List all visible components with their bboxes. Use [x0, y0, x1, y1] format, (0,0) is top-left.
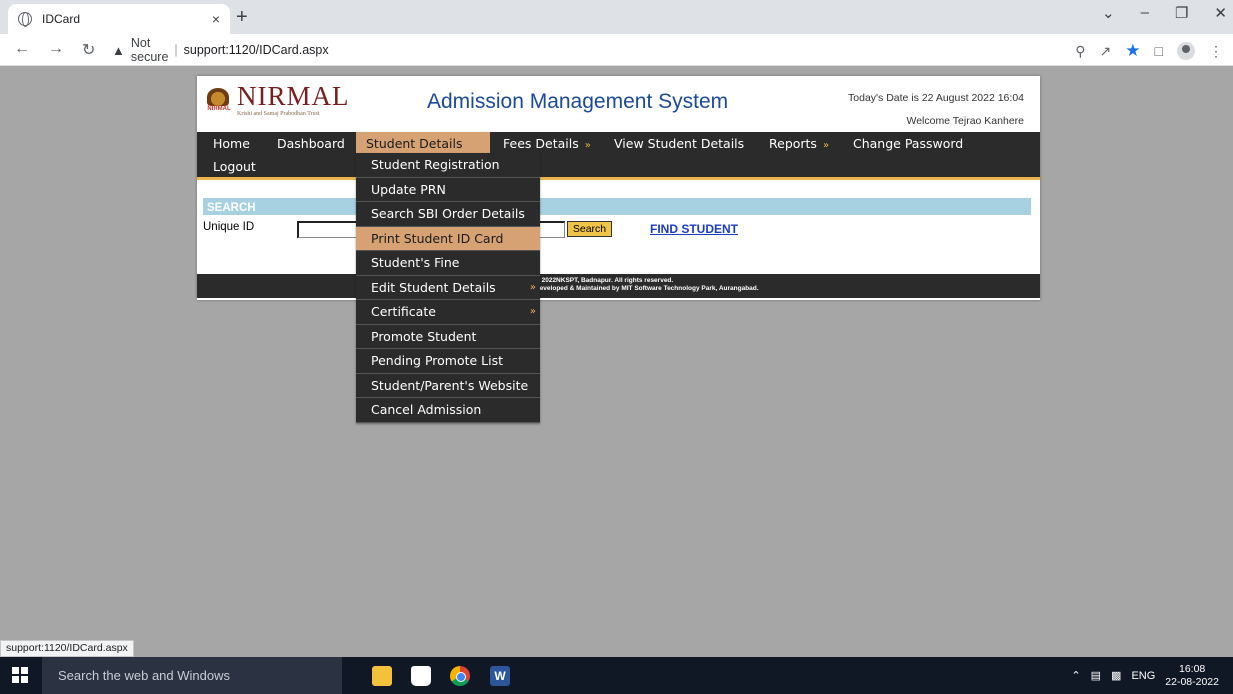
forward-arrow-icon[interactable]: →: [48, 40, 64, 60]
language-indicator[interactable]: ENG: [1131, 670, 1155, 682]
menu-change-password[interactable]: Change Password: [843, 132, 973, 155]
chevron-up-icon[interactable]: ⌃: [1071, 669, 1080, 682]
dropdown-cancel-admission[interactable]: Cancel Admission: [356, 398, 540, 423]
tab-search-button[interactable]: ⌄: [1102, 4, 1115, 22]
dropdown-students-fine[interactable]: Student's Fine: [356, 251, 540, 276]
dropdown-student-registration[interactable]: Student Registration: [356, 153, 540, 178]
dropdown-update-prn[interactable]: Update PRN: [356, 178, 540, 202]
logo[interactable]: NIRMAL NIRMAL Krishi and Samaj Prabodhan…: [207, 82, 350, 117]
menu-logout[interactable]: Logout: [203, 155, 266, 178]
side-panel-icon[interactable]: □: [1155, 43, 1163, 59]
word-icon[interactable]: W: [490, 666, 510, 686]
clock-time: 16:08: [1179, 662, 1206, 675]
app-title: Admission Management System: [427, 90, 729, 113]
reload-icon[interactable]: ↻: [82, 40, 95, 60]
menu-fees-details[interactable]: Fees Details »: [493, 132, 601, 155]
network-icon[interactable]: ▤: [1091, 669, 1101, 682]
menu-fees-details-label: Fees Details: [503, 136, 579, 151]
menu-reports[interactable]: Reports »: [759, 132, 839, 155]
back-arrow-icon[interactable]: ←: [14, 40, 30, 60]
unique-id-label: Unique ID: [203, 221, 255, 233]
taskbar: Search the web and Windows W ⌃ ▤ ▩ ENG 1…: [0, 657, 1233, 694]
nav-buttons: ← → ↻: [14, 40, 95, 60]
menu-view-student-details[interactable]: View Student Details: [604, 132, 754, 155]
dropdown-pending-promote-list[interactable]: Pending Promote List: [356, 349, 540, 374]
system-tray: ⌃ ▤ ▩ ENG 16:08 22-08-2022: [1071, 657, 1219, 694]
app-container: NIRMAL NIRMAL Krishi and Samaj Prabodhan…: [197, 76, 1040, 300]
address-bar[interactable]: ▲ Not secure | support:1120/IDCard.aspx: [112, 36, 329, 64]
new-tab-button[interactable]: +: [236, 6, 248, 29]
welcome-text: Welcome Tejrao Kanhere: [906, 115, 1024, 127]
submenu-arrow-icon: »: [584, 140, 591, 151]
dropdown-edit-student-details[interactable]: Edit Student Details »: [356, 276, 540, 300]
submenu-arrow-icon: »: [822, 140, 830, 151]
browser-tab[interactable]: IDCard ×: [8, 4, 230, 34]
dropdown-print-student-id-card[interactable]: Print Student ID Card: [356, 226, 540, 251]
notification-icon[interactable]: ▩: [1111, 669, 1121, 682]
menu-reports-label: Reports: [769, 136, 817, 151]
restore-button[interactable]: ❐: [1175, 4, 1188, 22]
windows-start-icon[interactable]: [12, 667, 28, 683]
search-button[interactable]: Search: [567, 221, 612, 237]
zoom-icon[interactable]: ⚲: [1075, 43, 1085, 60]
window-controls: ⌄ – ❐ ✕: [1102, 4, 1227, 22]
menu-student-details[interactable]: Student Details: [356, 132, 490, 155]
close-window-button[interactable]: ✕: [1214, 4, 1227, 22]
submenu-arrow-icon: »: [529, 306, 536, 317]
browser-toolbar: ← → ↻ ▲ Not secure | support:1120/IDCard…: [0, 34, 1233, 66]
dropdown-search-sbi-order-details[interactable]: Search SBI Order Details: [356, 202, 540, 227]
footer-developer: Developed & Maintained by MIT Software T…: [535, 285, 759, 292]
current-date: Today's Date is 22 August 2022 16:04: [848, 92, 1024, 104]
footer-copyright: © 2022NKSPT, Badnapur. All rights reserv…: [535, 277, 674, 284]
address-separator: |: [174, 43, 178, 57]
minimize-button[interactable]: –: [1141, 4, 1149, 22]
file-explorer-icon[interactable]: [372, 666, 392, 686]
footer: © 2022NKSPT, Badnapur. All rights reserv…: [197, 274, 1040, 298]
tab-title: IDCard: [42, 12, 81, 26]
warning-icon: ▲: [112, 42, 125, 58]
chrome-icon[interactable]: [450, 666, 470, 686]
date-info: Today's Date is 22 August 2022 16:04 Wel…: [848, 87, 1024, 133]
toolbar-right-buttons: ⚲ ↗ ★ □ ⋮: [1075, 41, 1223, 61]
main-menu: Home Dashboard Student Details Fees Deta…: [197, 132, 1040, 180]
dropdown-promote-student[interactable]: Promote Student: [356, 325, 540, 349]
emblem-icon: NIRMAL: [207, 88, 231, 116]
menu-home[interactable]: Home: [203, 132, 260, 155]
profile-avatar-icon[interactable]: [1177, 42, 1195, 60]
bookmark-star-icon[interactable]: ★: [1125, 41, 1140, 61]
dropdown-edit-student-details-label: Edit Student Details: [371, 279, 496, 295]
share-icon[interactable]: ↗: [1100, 43, 1112, 60]
find-student-link[interactable]: FIND STUDENT: [650, 222, 738, 236]
clock-date: 22-08-2022: [1165, 675, 1219, 688]
student-details-dropdown: Student Registration Update PRN Search S…: [356, 153, 540, 423]
taskbar-search-box[interactable]: Search the web and Windows: [42, 657, 342, 694]
url-text: support:1120/IDCard.aspx: [183, 43, 329, 57]
search-section-title: SEARCH: [207, 202, 256, 214]
dropdown-certificate[interactable]: Certificate »: [356, 300, 540, 325]
brand-subtitle: Krishi and Samaj Prabodhan Trust: [237, 111, 320, 117]
security-label: Not secure: [130, 36, 169, 64]
more-menu-icon[interactable]: ⋮: [1209, 43, 1223, 60]
tab-close-button[interactable]: ×: [212, 11, 220, 27]
clock[interactable]: 16:08 22-08-2022: [1165, 663, 1219, 689]
dropdown-certificate-label: Certificate: [371, 304, 436, 319]
submenu-arrow-icon: »: [529, 281, 536, 293]
emblem-label: NIRMAL: [207, 106, 231, 112]
menu-dashboard[interactable]: Dashboard: [267, 132, 355, 155]
globe-icon: [18, 12, 32, 27]
browser-tab-strip: IDCard × + ⌄ – ❐ ✕: [0, 0, 1233, 34]
search-section-header: SEARCH: [203, 198, 1031, 215]
status-bar: support:1120/IDCard.aspx: [0, 640, 134, 657]
store-icon[interactable]: [411, 666, 431, 686]
brand-name: NIRMAL: [237, 81, 350, 111]
dropdown-student-parents-website[interactable]: Student/Parent's Website: [356, 374, 540, 398]
